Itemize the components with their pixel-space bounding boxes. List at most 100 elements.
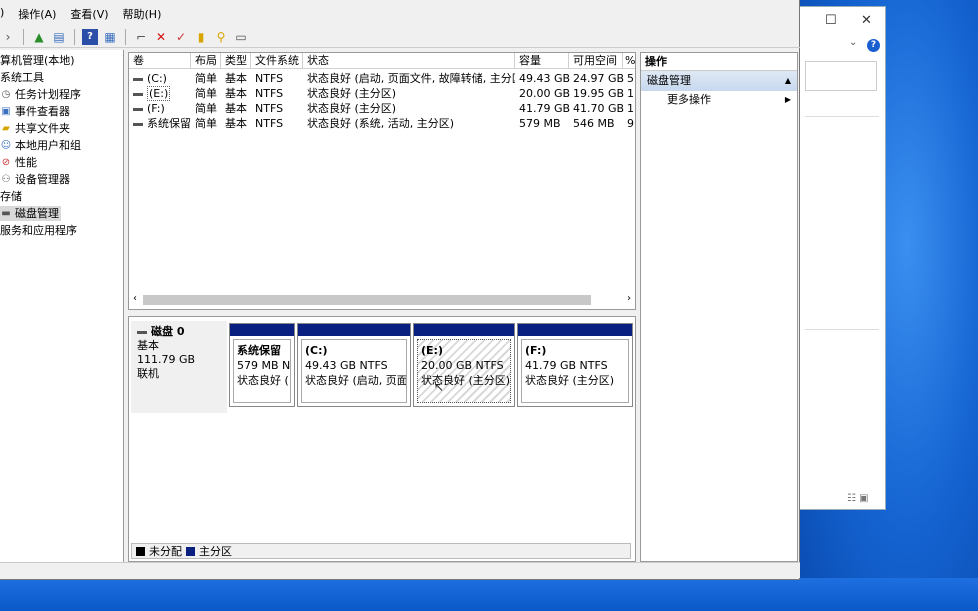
tree-item-shared-folders[interactable]: ▰ 共享文件夹 [0,121,70,136]
disk-icon [137,330,147,334]
divider [805,116,879,117]
cell-capacity: 41.79 GB [519,102,571,115]
chevron-down-icon[interactable]: ⌄ [849,37,857,48]
actions-group-disk-management[interactable]: 磁盘管理 ▲ [641,71,797,91]
device-manager-icon: ⚇ [1,173,11,185]
show-hide-tree-icon[interactable]: ▤ [51,29,67,45]
column-header-volume[interactable]: 卷 [129,53,191,69]
actions-group-label: 磁盘管理 [647,74,691,87]
partition-c[interactable]: (C:) 49.43 GB NTFS 状态良好 (启动, 页面文 [297,323,411,407]
cell-capacity: 49.43 GB [519,72,571,85]
up-folder-icon[interactable]: ▲ [31,29,47,45]
column-header-free[interactable]: 可用空间 [569,53,623,69]
actions-title: 操作 [641,53,797,71]
tree-item-event-viewer[interactable]: ▣ 事件查看器 [0,104,70,119]
tree-item-system-tools[interactable]: 系统工具 [0,70,44,85]
column-header-layout[interactable]: 布局 [191,53,221,69]
tree-item-label: 磁盘管理 [15,207,59,220]
disk-info[interactable]: 磁盘 0 基本 111.79 GB 联机 [131,321,227,413]
partition-name: (E:) [421,344,443,357]
cell-status: 状态良好 (启动, 页面文件, 故障转储, 主分区) [307,72,515,85]
tree-item-label: 性能 [15,156,37,169]
cell-type: 基本 [225,87,247,100]
volume-icon [133,92,143,96]
menu-fragment[interactable]: ) [0,6,4,24]
shared-folder-icon: ▰ [2,122,10,134]
check-icon[interactable]: ✓ [173,29,189,45]
tree-item-storage[interactable]: 存储 [0,189,22,204]
menu-view[interactable]: 查看(V) [70,6,108,24]
cell-percent: 9 [627,117,634,130]
table-row[interactable]: 系统保留 简单 基本 NTFS 状态良好 (系统, 活动, 主分区) 579 M… [129,116,635,131]
cell-volume: (F:) [147,102,165,115]
users-icon: ☺ [0,139,12,151]
partition-f[interactable]: (F:) 41.79 GB NTFS 状态良好 (主分区) [517,323,633,407]
tree-root[interactable]: 算机管理(本地) [0,53,75,68]
scrollbar-thumb[interactable] [143,295,591,305]
forward-icon[interactable]: › [0,29,16,45]
cell-layout: 简单 [195,102,217,115]
cell-filesystem: NTFS [255,117,284,130]
legend-primary: 主分区 [199,545,232,558]
scroll-left-icon[interactable]: ‹ [133,293,137,304]
menu-help[interactable]: 帮助(H) [123,6,162,24]
column-header-filesystem[interactable]: 文件系统 [251,53,303,69]
help-icon[interactable]: ? [82,28,98,45]
scroll-right-icon[interactable]: › [627,293,631,304]
tree-item-device-manager[interactable]: ⚇ 设备管理器 [0,172,70,187]
delete-icon[interactable]: ✕ [153,29,169,45]
menu-action[interactable]: 操作(A) [18,6,56,24]
partition-system-reserved[interactable]: 系统保留 579 MB N1 状态良好 ( [229,323,295,407]
more-actions-item[interactable]: 更多操作 ▶ [641,91,797,109]
collapse-icon[interactable]: ▲ [785,71,791,91]
table-row[interactable]: (E:) 简单 基本 NTFS 状态良好 (主分区) 20.00 GB 19.9… [129,86,635,101]
horizontal-scrollbar[interactable]: ‹ › [129,293,635,307]
cell-percent: 5 [627,72,634,85]
tree-item-label: 任务计划程序 [15,88,81,101]
partition-e[interactable]: (E:) 20.00 GB NTFS 状态良好 (主分区) [413,323,515,407]
disk-management-icon: ▬ [1,207,11,219]
cell-volume: (C:) [147,72,167,85]
folder-icon[interactable]: ▮ [193,29,209,45]
table-row[interactable]: (C:) 简单 基本 NTFS 状态良好 (启动, 页面文件, 故障转储, 主分… [129,71,635,86]
tree-root-label: 算机管理(本地) [0,54,75,67]
view-toggle-icon[interactable]: ☷ ▣ [847,493,869,504]
cell-layout: 简单 [195,72,217,85]
help-icon[interactable]: ? [867,39,880,52]
cell-filesystem: NTFS [255,102,284,115]
column-header-type[interactable]: 类型 [221,53,251,69]
tree-item-services-apps[interactable]: 服务和应用程序 [0,223,77,238]
list-view-icon[interactable]: ▭ [233,29,249,45]
disk-type: 基本 [137,339,159,352]
cell-type: 基本 [225,102,247,115]
connect-icon[interactable]: ⌐ [133,29,149,45]
divider [23,28,24,45]
tree-item-task-scheduler[interactable]: ◷ 任务计划程序 [0,87,81,102]
cell-percent: 1 [627,87,634,100]
column-header-percent[interactable]: % [623,53,635,69]
column-header-capacity[interactable]: 容量 [515,53,569,69]
legend-unallocated: 未分配 [149,545,182,558]
unallocated-swatch [136,546,145,556]
tree-item-disk-management[interactable]: ▬ 磁盘管理 [0,206,61,221]
tree-item-label: 系统工具 [0,71,44,84]
cell-free: 24.97 GB [573,72,625,85]
partition-name: (F:) [525,344,547,357]
tree-item-performance[interactable]: ⊘ 性能 [0,155,37,170]
properties-icon[interactable]: ▦ [102,29,118,45]
search-input[interactable] [805,61,877,91]
column-header-status[interactable]: 状态 [303,53,515,69]
more-actions-label: 更多操作 [667,93,711,106]
tree-item-local-users[interactable]: ☺ 本地用户和组 [0,138,81,153]
table-row[interactable]: (F:) 简单 基本 NTFS 状态良好 (主分区) 41.79 GB 41.7… [129,101,635,116]
partition-status: 状态良好 ( [237,374,289,387]
partition-size: 20.00 GB NTFS [421,359,504,372]
volume-icon [133,77,143,81]
submenu-arrow-icon: ▶ [784,95,791,104]
partition-bar [414,324,514,336]
search-folder-icon[interactable]: ⚲ [213,29,229,45]
disk-state: 联机 [137,367,159,380]
maximize-button[interactable]: ☐ [825,13,837,28]
close-button[interactable]: ✕ [861,13,872,28]
tree-item-label: 共享文件夹 [15,122,70,135]
